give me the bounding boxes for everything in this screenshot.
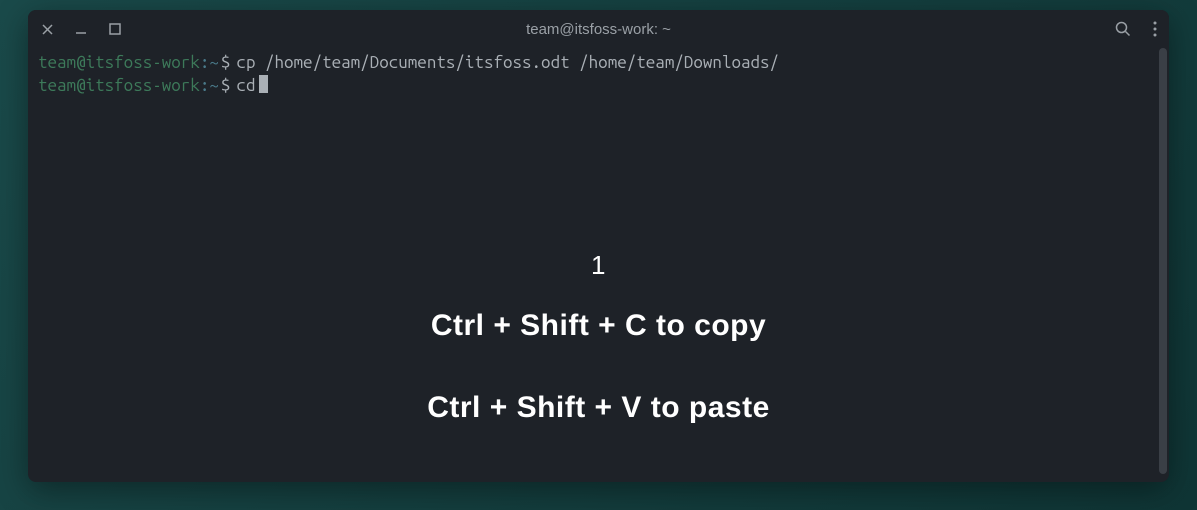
terminal-body[interactable]: team@itsfoss-work:~$cp /home/team/Docume… [28, 48, 1169, 482]
titlebar: team@itsfoss-work: ~ [28, 10, 1169, 48]
cursor-icon [259, 75, 268, 93]
window-title: team@itsfoss-work: ~ [526, 21, 671, 38]
prompt-user: team@itsfoss-work [38, 75, 200, 98]
scrollbar[interactable] [1159, 48, 1167, 474]
overlay-copy-tip: Ctrl + Shift + C to copy [431, 306, 766, 347]
titlebar-right-controls [1115, 21, 1157, 37]
minimize-icon[interactable] [74, 22, 88, 36]
overlay-paste-tip: Ctrl + Shift + V to paste [427, 388, 770, 429]
overlay-number: 1 [591, 248, 606, 283]
titlebar-left-controls [40, 22, 122, 36]
command-text: cp /home/team/Documents/itsfoss.odt /hom… [236, 52, 779, 75]
close-icon[interactable] [40, 22, 54, 36]
prompt-path: :~ [200, 52, 219, 75]
search-icon[interactable] [1115, 21, 1131, 37]
prompt-symbol: $ [221, 75, 231, 98]
prompt-user: team@itsfoss-work [38, 52, 200, 75]
prompt-path: :~ [200, 75, 219, 98]
maximize-icon[interactable] [108, 22, 122, 36]
prompt-symbol: $ [221, 52, 231, 75]
menu-icon[interactable] [1153, 21, 1157, 37]
terminal-line: team@itsfoss-work:~$cd [38, 75, 1159, 98]
terminal-window: team@itsfoss-work: ~ team@itsfoss-work:~… [28, 10, 1169, 482]
terminal-line: team@itsfoss-work:~$cp /home/team/Docume… [38, 52, 1159, 75]
command-text: cd [236, 75, 255, 98]
